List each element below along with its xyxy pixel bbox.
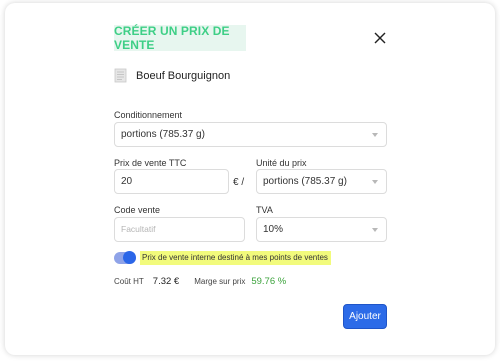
code-vente-input[interactable] <box>121 224 244 235</box>
close-icon[interactable] <box>372 30 388 46</box>
tva-select[interactable]: 10% <box>256 217 387 242</box>
code-vente-input-wrapper <box>114 217 245 242</box>
cout-ht-label: Coût HT <box>114 277 144 286</box>
unite-prix-label: Unité du prix <box>256 158 307 168</box>
conditionnement-label: Conditionnement <box>114 110 183 120</box>
internal-price-toggle-label: Prix de vente interne destiné à mes poin… <box>140 251 331 265</box>
prix-vente-input-wrapper <box>114 169 229 194</box>
marge-label: Marge sur prix <box>194 277 246 286</box>
conditionnement-value: portions (785.37 g) <box>121 129 205 140</box>
create-price-modal <box>5 3 495 355</box>
product-header: Boeuf Bourguignon <box>114 68 230 83</box>
tva-label: TVA <box>256 205 273 215</box>
unite-prix-select[interactable]: portions (785.37 g) <box>256 169 387 194</box>
marge-value: 59.76 % <box>251 276 287 287</box>
code-vente-label: Code vente <box>114 205 161 215</box>
chevron-down-icon <box>372 228 378 232</box>
document-icon <box>114 68 127 83</box>
unite-prix-value: portions (785.37 g) <box>263 176 347 187</box>
conditionnement-select[interactable]: portions (785.37 g) <box>114 122 387 147</box>
cout-ht-value: 7.32 € <box>152 276 180 287</box>
internal-price-toggle[interactable] <box>114 251 136 264</box>
product-name: Boeuf Bourguignon <box>136 69 231 82</box>
ajouter-button[interactable]: Ajouter <box>343 304 387 329</box>
prix-vente-input[interactable] <box>121 176 228 187</box>
tva-value: 10% <box>263 224 284 235</box>
modal-title: CRÉER UN PRIX DE VENTE <box>114 24 246 52</box>
chevron-down-icon <box>372 133 378 137</box>
chevron-down-icon <box>372 180 378 184</box>
toggle-knob <box>123 251 136 264</box>
prix-vente-label: Prix de vente TTC <box>114 158 187 168</box>
price-summary: Coût HT 7.32 € Marge sur prix 59.76 % <box>114 276 286 287</box>
currency-suffix: € / <box>233 177 245 188</box>
